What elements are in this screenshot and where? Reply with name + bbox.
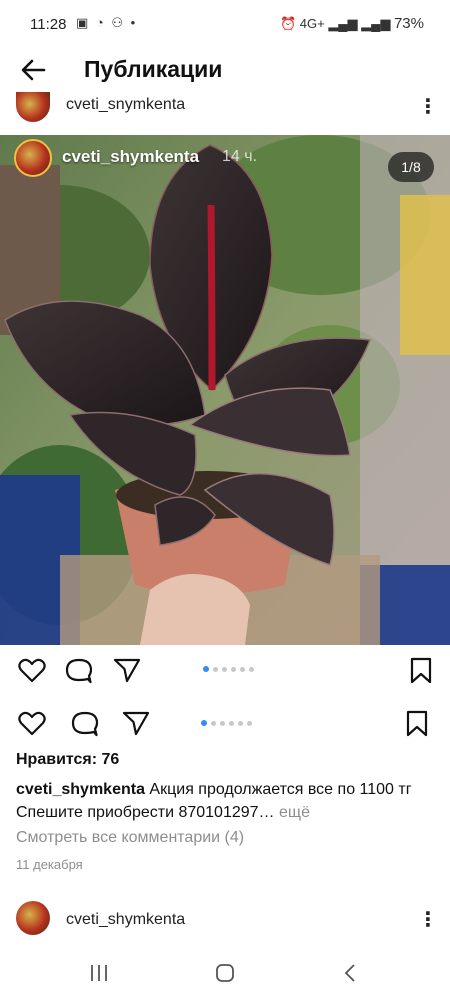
carousel-dots — [203, 666, 254, 672]
carousel-dot — [238, 720, 243, 726]
status-icons: ⏰ 4G+ ▂▄▆ ▂▄▆ 73% — [280, 15, 424, 32]
avatar[interactable] — [16, 901, 50, 935]
post-caption[interactable]: cveti_shymkenta Акция продолжается все п… — [16, 778, 436, 824]
carousel-dot — [247, 720, 252, 726]
caption-more-link[interactable]: ещё — [279, 804, 310, 821]
post-username[interactable]: cveti_snymkenta — [66, 96, 185, 114]
status-time: 11:28 — [30, 16, 67, 33]
more-options-icon[interactable]: ⋮ — [418, 94, 438, 119]
photo-overlay-username: cveti_shymkenta — [62, 147, 200, 166]
avatar[interactable] — [14, 139, 52, 177]
avatar[interactable] — [16, 92, 50, 122]
more-options-icon[interactable]: ⋮ — [418, 907, 438, 932]
recent-apps-icon[interactable] — [88, 962, 110, 989]
bookmark-icon[interactable] — [406, 655, 436, 685]
likes-count[interactable]: Нравится: 76 — [16, 751, 119, 769]
page-title: Публикации — [84, 56, 223, 82]
back-nav-icon[interactable] — [340, 962, 362, 989]
post-date: 11 декабря — [16, 857, 83, 872]
image-counter-badge: 1/8 — [388, 152, 434, 182]
signal-icons: ⏰ 4G+ ▂▄▆ ▂▄▆ — [279, 16, 391, 31]
carousel-dot — [201, 720, 207, 726]
home-icon[interactable] — [214, 962, 236, 989]
carousel-dot — [211, 720, 216, 726]
carousel-dot — [249, 666, 254, 672]
share-send-icon[interactable] — [121, 708, 151, 738]
carousel-dot — [220, 720, 225, 726]
back-arrow-icon[interactable] — [18, 54, 50, 86]
photo-overlay-time: 14 ч. — [222, 148, 258, 165]
share-send-icon[interactable] — [112, 655, 142, 685]
carousel-dots — [201, 720, 252, 726]
post-username[interactable]: cveti_shymkenta — [66, 911, 185, 929]
notification-icons: ▣ ◔ ⚇ • — [76, 15, 138, 30]
carousel-dot — [240, 666, 245, 672]
post-photo[interactable] — [0, 135, 450, 645]
caption-username[interactable]: cveti_shymkenta — [16, 781, 145, 798]
carousel-dot — [222, 666, 227, 672]
view-comments-link[interactable]: Смотреть все комментарии (4) — [16, 829, 244, 847]
status-bar: 11:28 ▣ ◔ ⚇ • ⏰ 4G+ ▂▄▆ ▂▄▆ 73% — [0, 0, 450, 50]
system-nav-bar — [0, 950, 450, 1000]
carousel-dot — [213, 666, 218, 672]
like-heart-icon[interactable] — [17, 655, 47, 685]
carousel-dot — [231, 666, 236, 672]
bookmark-icon[interactable] — [402, 708, 432, 738]
comment-icon[interactable] — [70, 708, 100, 738]
comment-icon[interactable] — [64, 655, 94, 685]
like-heart-icon[interactable] — [17, 708, 47, 738]
carousel-dot — [229, 720, 234, 726]
battery-level: 73% — [393, 15, 424, 32]
carousel-dot — [203, 666, 209, 672]
